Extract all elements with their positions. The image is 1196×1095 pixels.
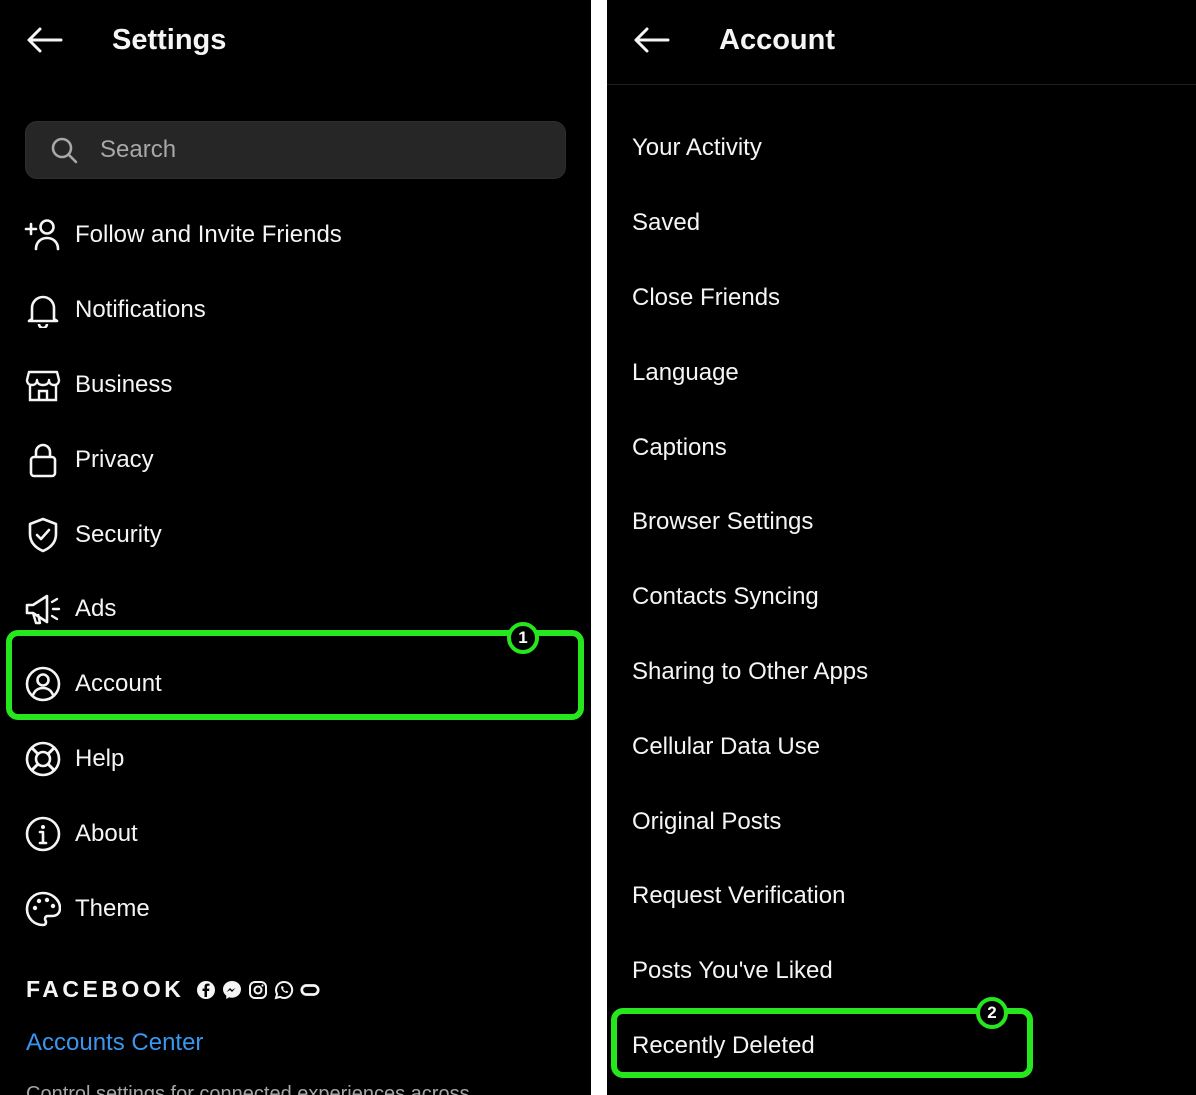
menu-item-close-friends[interactable]: Close Friends bbox=[607, 261, 1196, 336]
menu-item-label: Sharing to Other Apps bbox=[632, 657, 869, 685]
header-divider bbox=[607, 84, 1196, 85]
account-menu: Your Activity Saved Close Friends Langua… bbox=[607, 111, 1196, 1083]
menu-item-notifications[interactable]: Notifications bbox=[0, 273, 591, 348]
menu-item-label: Posts You've Liked bbox=[632, 957, 833, 985]
accounts-center-link[interactable]: Accounts Center bbox=[26, 1029, 203, 1057]
menu-item-sharing-other-apps[interactable]: Sharing to Other Apps bbox=[607, 635, 1196, 710]
facebook-section-header: FACEBOOK bbox=[26, 976, 320, 1003]
menu-item-label: Theme bbox=[75, 894, 150, 922]
back-arrow-icon[interactable] bbox=[24, 22, 64, 58]
menu-item-ads[interactable]: Ads bbox=[0, 572, 591, 647]
menu-item-captions[interactable]: Captions bbox=[607, 410, 1196, 485]
menu-item-label: About bbox=[75, 819, 138, 847]
instagram-icon bbox=[248, 980, 268, 1000]
back-arrow-icon[interactable] bbox=[631, 22, 671, 58]
menu-item-help[interactable]: Help bbox=[0, 722, 591, 797]
menu-item-label: Cellular Data Use bbox=[632, 732, 821, 760]
menu-item-theme[interactable]: Theme bbox=[0, 871, 591, 946]
menu-item-security[interactable]: Security bbox=[0, 497, 591, 572]
menu-item-label: Saved bbox=[632, 209, 701, 237]
menu-item-saved[interactable]: Saved bbox=[607, 186, 1196, 261]
menu-item-account[interactable]: Account bbox=[0, 647, 591, 722]
megaphone-icon bbox=[24, 590, 62, 628]
menu-item-recently-deleted[interactable]: Recently Deleted bbox=[607, 1009, 1196, 1084]
menu-item-label: Follow and Invite Friends bbox=[75, 221, 342, 249]
menu-item-about[interactable]: About bbox=[0, 796, 591, 871]
menu-item-follow-invite[interactable]: Follow and Invite Friends bbox=[0, 198, 591, 273]
step-badge-2: 2 bbox=[976, 997, 1008, 1029]
search-input[interactable] bbox=[100, 136, 520, 164]
menu-item-label: Captions bbox=[632, 433, 727, 461]
menu-item-privacy[interactable]: Privacy bbox=[0, 422, 591, 497]
add-person-icon bbox=[24, 216, 62, 254]
palette-icon bbox=[24, 890, 62, 928]
facebook-label: FACEBOOK bbox=[26, 976, 185, 1002]
menu-item-label: Security bbox=[75, 520, 162, 548]
menu-item-label: Contacts Syncing bbox=[632, 583, 819, 611]
menu-item-label: Close Friends bbox=[632, 283, 781, 311]
lifebuoy-icon bbox=[24, 740, 62, 778]
facebook-app-icons bbox=[196, 980, 320, 1000]
lock-icon bbox=[24, 441, 62, 479]
account-circle-icon bbox=[24, 665, 62, 703]
menu-item-label: Business bbox=[75, 370, 173, 398]
menu-item-your-activity[interactable]: Your Activity bbox=[607, 111, 1196, 186]
account-panel: Account Your Activity Saved Close Friend… bbox=[607, 0, 1196, 1095]
menu-item-original-posts[interactable]: Original Posts bbox=[607, 784, 1196, 859]
menu-item-label: Notifications bbox=[75, 296, 206, 324]
menu-item-posts-liked[interactable]: Posts You've Liked bbox=[607, 934, 1196, 1009]
bell-icon bbox=[24, 291, 62, 329]
menu-item-business[interactable]: Business bbox=[0, 348, 591, 423]
menu-item-label: Help bbox=[75, 744, 125, 772]
whatsapp-icon bbox=[274, 980, 294, 1000]
storefront-icon bbox=[24, 366, 62, 404]
search-icon bbox=[50, 136, 78, 164]
messenger-icon bbox=[222, 980, 242, 1000]
page-title: Settings bbox=[112, 24, 227, 56]
settings-menu: Follow and Invite Friends Notifications … bbox=[0, 198, 591, 946]
info-icon bbox=[24, 815, 62, 853]
page-title: Account bbox=[719, 24, 835, 56]
menu-item-label: Your Activity bbox=[632, 134, 762, 162]
menu-item-label: Request Verification bbox=[632, 882, 846, 910]
portal-icon bbox=[300, 980, 320, 1000]
menu-item-label: Language bbox=[632, 358, 739, 386]
menu-item-label: Browser Settings bbox=[632, 508, 814, 536]
menu-item-label: Recently Deleted bbox=[632, 1031, 815, 1059]
menu-item-label: Original Posts bbox=[632, 807, 782, 835]
accounts-center-description: Control settings for connected experienc… bbox=[26, 1083, 470, 1095]
menu-item-label: Ads bbox=[75, 595, 117, 623]
menu-item-label: Account bbox=[75, 670, 162, 698]
search-bar[interactable] bbox=[25, 121, 566, 179]
menu-item-label: Privacy bbox=[75, 445, 154, 473]
shield-check-icon bbox=[24, 516, 62, 554]
facebook-icon bbox=[196, 980, 216, 1000]
menu-item-cellular-data-use[interactable]: Cellular Data Use bbox=[607, 709, 1196, 784]
menu-item-language[interactable]: Language bbox=[607, 335, 1196, 410]
menu-item-request-verification[interactable]: Request Verification bbox=[607, 859, 1196, 934]
menu-item-contacts-syncing[interactable]: Contacts Syncing bbox=[607, 560, 1196, 635]
settings-panel: Settings Follow and Invite Friends Notif… bbox=[0, 0, 591, 1095]
step-badge-1: 1 bbox=[507, 622, 539, 654]
menu-item-browser-settings[interactable]: Browser Settings bbox=[607, 485, 1196, 560]
